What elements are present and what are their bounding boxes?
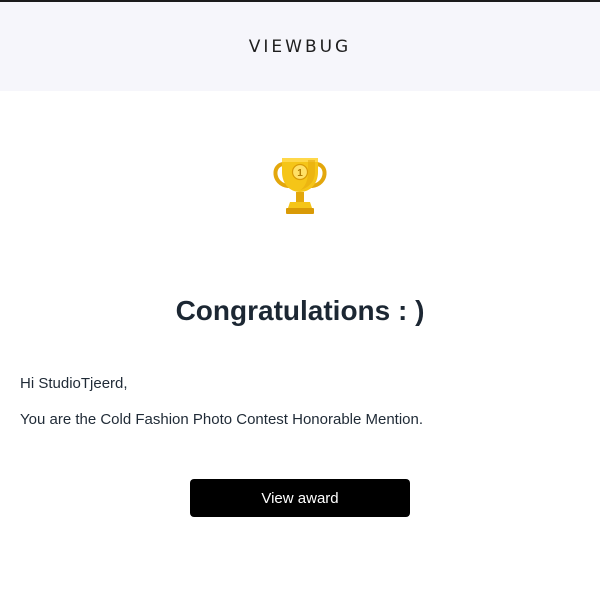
- view-award-button[interactable]: View award: [190, 479, 410, 517]
- email-page: VIEWBUG 1 Congratulations : ) Hi StudioT…: [0, 0, 600, 593]
- trophy-container: 1: [0, 152, 600, 218]
- award-message: You are the Cold Fashion Photo Contest H…: [20, 411, 424, 428]
- page-title: Congratulations : ): [175, 295, 425, 326]
- email-header: VIEWBUG: [0, 2, 600, 91]
- trophy-rank: 1: [297, 168, 303, 179]
- trophy-icon: 1: [273, 158, 327, 214]
- viewbug-logo[interactable]: VIEWBUG: [249, 37, 351, 57]
- greeting-text: Hi StudioTjeerd,: [20, 375, 128, 392]
